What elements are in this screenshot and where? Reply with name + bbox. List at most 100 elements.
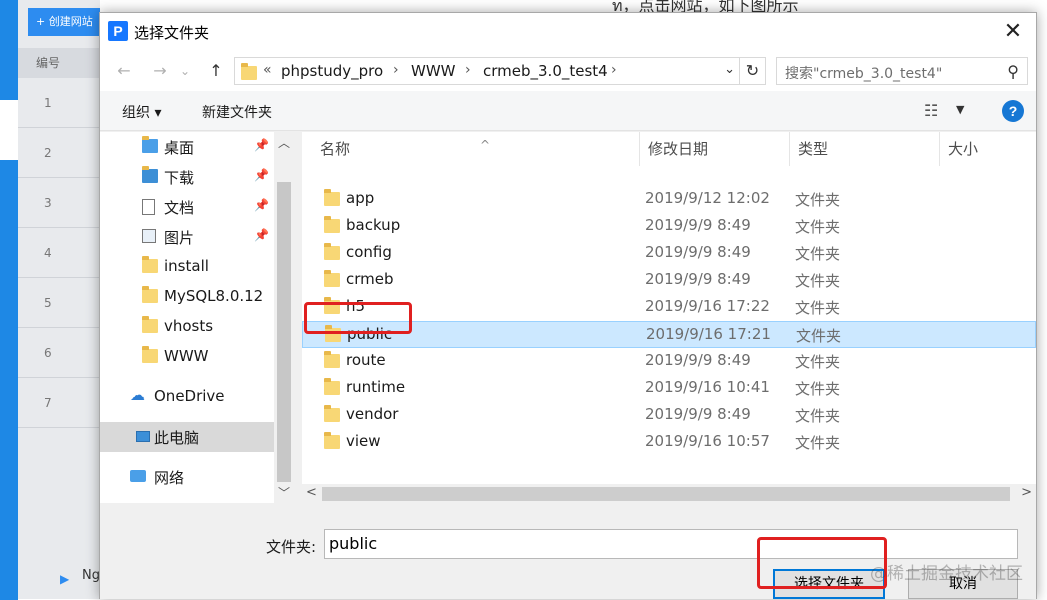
nav-item-label: 网络 [154, 469, 185, 487]
file-row-selected[interactable]: public 2019/9/16 17:21 文件夹 [302, 321, 1036, 348]
nav-item-vhosts[interactable]: vhosts [100, 312, 274, 342]
nav-item-mysql[interactable]: MySQL8.0.12 [100, 282, 274, 312]
nav-item-downloads[interactable]: 下载 📌 [100, 162, 274, 192]
nav-item-label: 图片 [164, 229, 195, 247]
file-name: app [346, 189, 375, 207]
file-type: 文件夹 [795, 380, 841, 398]
bg-sidebar-strip-lower [0, 160, 18, 600]
close-button[interactable]: ✕ [990, 13, 1036, 51]
breadcrumb-segment[interactable]: phpstudy_pro [281, 62, 383, 80]
file-date: 2019/9/9 8:49 [645, 216, 751, 234]
file-row[interactable]: h5 2019/9/16 17:22 文件夹 [302, 294, 1036, 321]
folder-name-input[interactable]: public [324, 529, 1018, 559]
address-bar[interactable]: « phpstudy_pro › WWW › crmeb_3.0_test4 ›… [234, 57, 740, 85]
chevron-up-icon[interactable]: ︿ [278, 134, 290, 151]
pin-icon[interactable]: 📌 [254, 198, 269, 212]
address-dropdown-icon[interactable]: ⌄ [724, 62, 735, 77]
column-header-date[interactable]: 修改日期 [640, 132, 790, 166]
bg-table-row: 5 [18, 278, 100, 328]
nav-pane-scrollbar[interactable]: ︿ ﹀ [274, 132, 294, 503]
nav-item-onedrive[interactable]: ☁ OneDrive [100, 382, 274, 412]
folder-icon [324, 351, 340, 368]
forward-button[interactable]: → [146, 59, 174, 83]
search-box[interactable]: 搜索"crmeb_3.0_test4" ⚲ [776, 57, 1028, 85]
pin-icon[interactable]: 📌 [254, 138, 269, 152]
scrollbar-thumb[interactable] [322, 487, 1010, 501]
file-date: 2019/9/16 10:57 [645, 432, 770, 450]
folder-icon [142, 256, 158, 275]
up-button[interactable]: ↑ [202, 59, 230, 83]
view-options-icon[interactable]: ☷ [924, 101, 938, 120]
nav-item-documents[interactable]: 文档 📌 [100, 192, 274, 222]
file-date: 2019/9/16 17:22 [645, 297, 770, 315]
chevron-down-icon[interactable]: ﹀ [278, 484, 290, 501]
file-type: 文件夹 [795, 272, 841, 290]
folder-icon [324, 216, 340, 233]
folder-icon [324, 243, 340, 260]
nav-item-label: 文档 [164, 199, 195, 217]
file-row[interactable]: crmeb 2019/9/9 8:49 文件夹 [302, 267, 1036, 294]
column-header-name[interactable]: 名称 ^ [312, 132, 640, 166]
dialog-title: 选择文件夹 [134, 24, 210, 42]
watermark: @稀土掘金技术社区 [870, 564, 1023, 584]
view-dropdown-icon[interactable]: ▼ [956, 103, 964, 116]
chevron-left-icon[interactable]: < [306, 485, 317, 500]
breadcrumb-segment[interactable]: WWW [411, 62, 456, 80]
column-header-size[interactable]: 大小 [940, 132, 1036, 166]
column-header-type[interactable]: 类型 [790, 132, 940, 166]
folder-icon [142, 286, 158, 305]
dialog-footer: 文件夹: public 选择文件夹 取消 [100, 503, 1036, 599]
file-row[interactable]: route 2019/9/9 8:49 文件夹 [302, 348, 1036, 375]
nav-item-install[interactable]: install [100, 252, 274, 282]
column-header-label: 名称 [320, 140, 351, 158]
file-date: 2019/9/9 8:49 [645, 405, 751, 423]
bg-table-row: 3 [18, 178, 100, 228]
file-type: 文件夹 [795, 218, 841, 236]
nav-item-network[interactable]: 网络 [100, 462, 274, 492]
chevron-right-icon[interactable]: › [465, 62, 471, 78]
breadcrumb-segment[interactable]: crmeb_3.0_test4 [483, 62, 608, 80]
file-date: 2019/9/9 8:49 [645, 243, 751, 261]
organize-menu[interactable]: 组织 ▾ [122, 102, 161, 122]
nav-item-this-pc[interactable]: 此电脑 [100, 422, 274, 452]
path-overflow-icon[interactable]: « [263, 62, 272, 78]
desktop-folder-icon [142, 136, 158, 155]
file-row[interactable]: view 2019/9/16 10:57 文件夹 [302, 429, 1036, 456]
bg-bottom-item: Ng [82, 568, 100, 583]
file-name: backup [346, 216, 401, 234]
back-button[interactable]: ← [110, 59, 138, 83]
recent-locations-dropdown[interactable]: ⌄ [176, 59, 194, 83]
nav-item-www[interactable]: WWW [100, 342, 274, 372]
bg-table-row: 6 [18, 328, 100, 378]
file-name: vendor [346, 405, 399, 423]
scrollbar-thumb[interactable] [277, 182, 291, 482]
file-name: route [346, 351, 386, 369]
refresh-button[interactable]: ↻ [740, 57, 766, 85]
file-date: 2019/9/9 8:49 [645, 351, 751, 369]
dialog-titlebar[interactable]: P 选择文件夹 ✕ [100, 13, 1036, 51]
file-row[interactable]: vendor 2019/9/9 8:49 文件夹 [302, 402, 1036, 429]
pin-icon[interactable]: 📌 [254, 168, 269, 182]
highlight-public-row [304, 302, 412, 334]
search-icon: ⚲ [1007, 62, 1019, 81]
file-row[interactable]: runtime 2019/9/16 10:41 文件夹 [302, 375, 1036, 402]
file-type: 文件夹 [795, 245, 841, 263]
bg-table-row: 1 [18, 78, 100, 128]
select-folder-dialog: P 选择文件夹 ✕ ← → ⌄ ↑ « phpstudy_pro › WWW ›… [99, 12, 1037, 599]
nav-item-pictures[interactable]: 图片 📌 [100, 222, 274, 252]
help-icon[interactable]: ? [1002, 100, 1024, 122]
folder-icon [142, 316, 158, 335]
file-row[interactable]: backup 2019/9/9 8:49 文件夹 [302, 213, 1036, 240]
nav-item-desktop[interactable]: 桌面 📌 [100, 132, 274, 162]
app-icon: P [108, 21, 128, 41]
file-row[interactable]: config 2019/9/9 8:49 文件夹 [302, 240, 1036, 267]
chevron-right-icon[interactable]: › [393, 62, 399, 78]
pictures-icon [142, 229, 156, 245]
file-row[interactable]: app 2019/9/12 12:02 文件夹 [302, 186, 1036, 213]
chevron-right-icon[interactable]: › [611, 62, 617, 78]
pin-icon[interactable]: 📌 [254, 228, 269, 242]
horizontal-scrollbar[interactable]: < > [302, 484, 1036, 504]
new-folder-button[interactable]: 新建文件夹 [202, 102, 272, 122]
chevron-right-icon[interactable]: > [1021, 485, 1032, 500]
folder-icon [324, 189, 340, 206]
